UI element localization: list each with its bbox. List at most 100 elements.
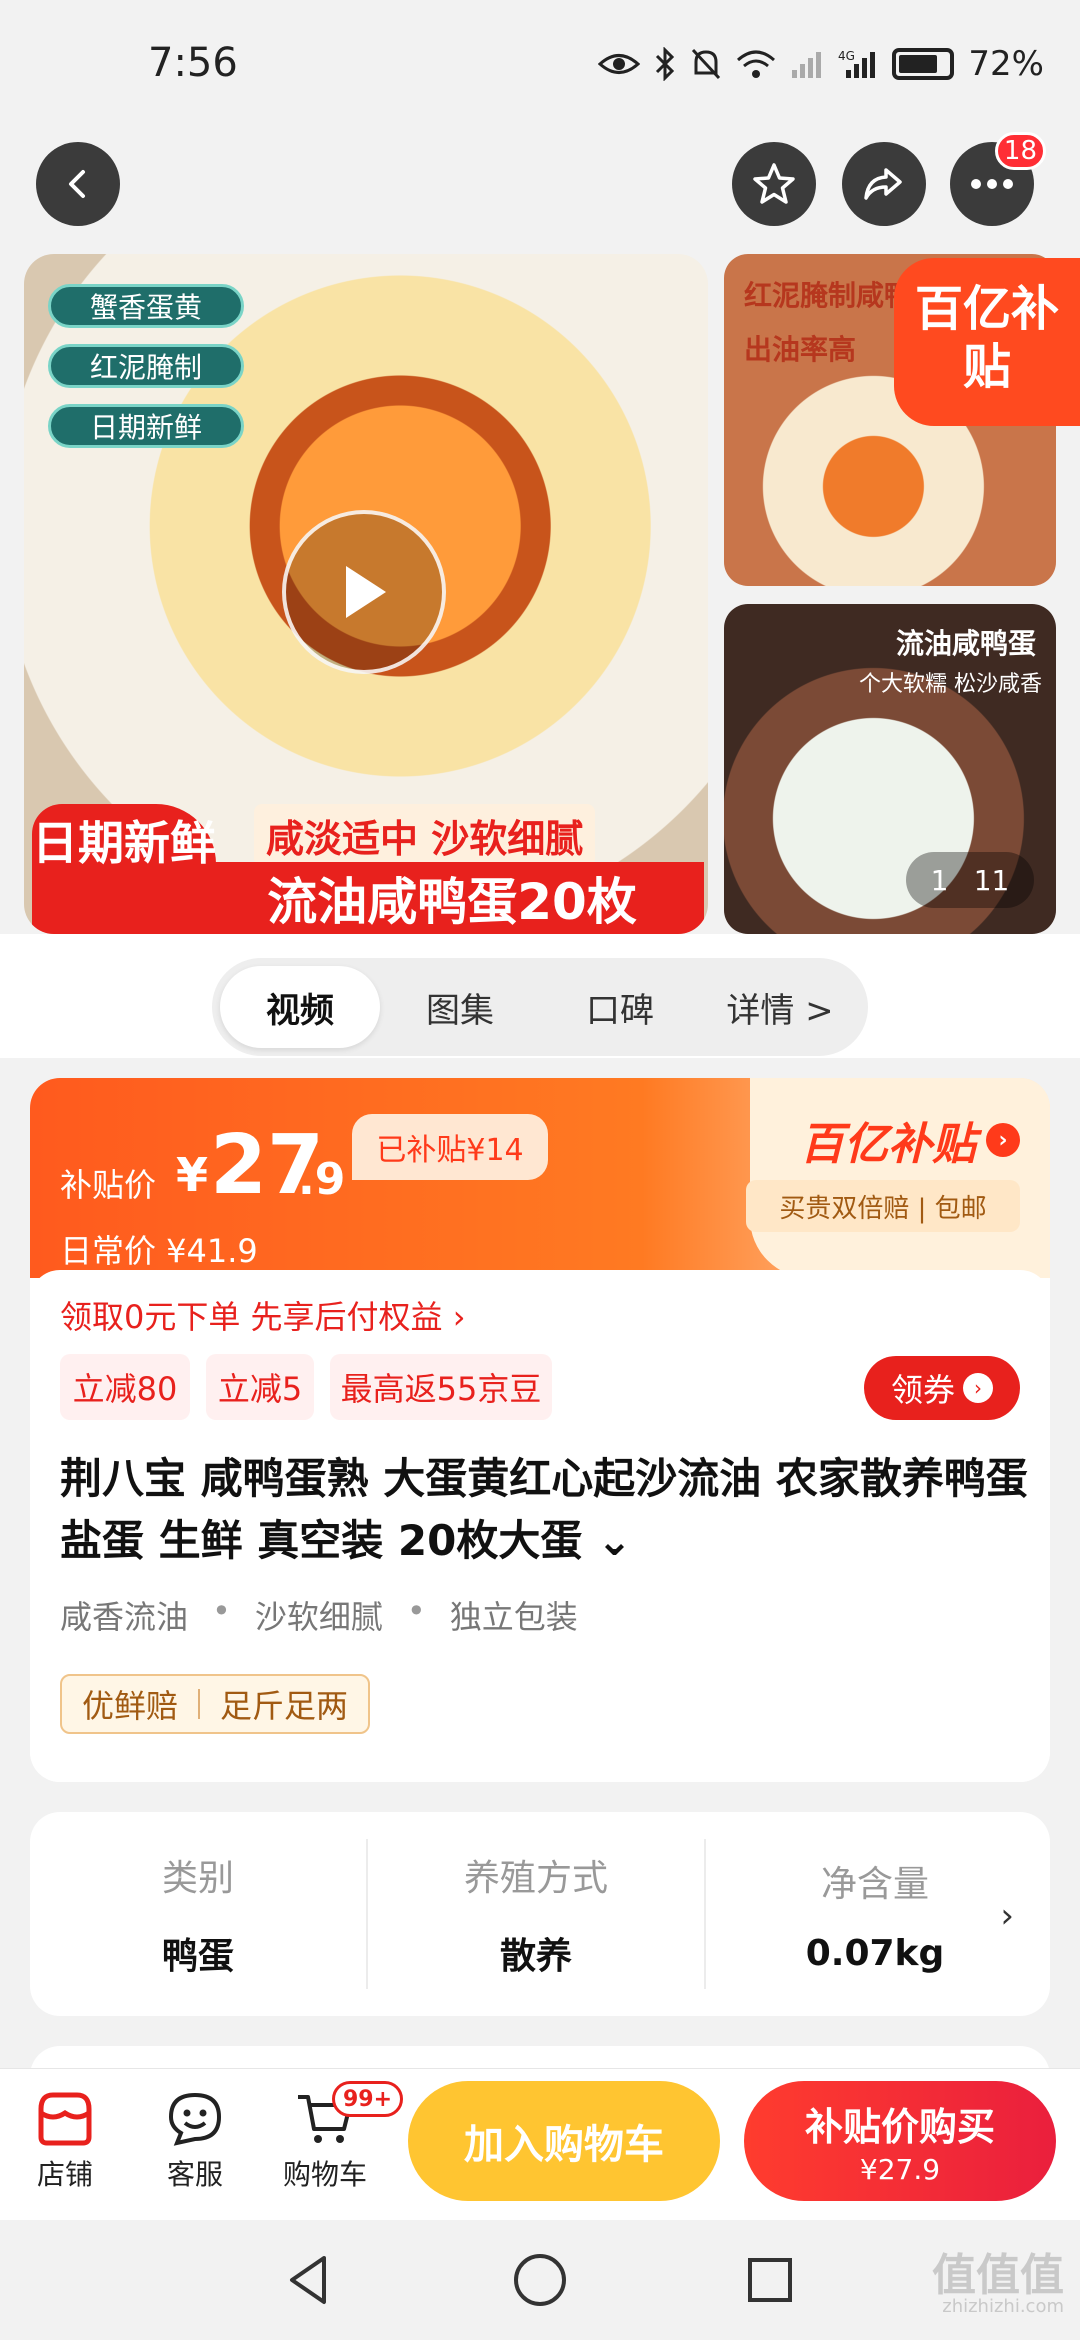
- price-decimal: .9: [298, 1154, 346, 1205]
- feature-item: 独立包装: [449, 1598, 578, 1636]
- spec-value: 散养: [499, 1936, 572, 1977]
- tab-gallery[interactable]: 图集: [380, 966, 540, 1048]
- discount-chip[interactable]: 立减80: [60, 1354, 190, 1420]
- watermark-sub: zhizhizhi.com: [942, 2296, 1064, 2317]
- cart-label: 购物车: [282, 2158, 367, 2191]
- circle-home-icon: [514, 2254, 566, 2306]
- watermark-main: 值值值: [932, 2250, 1064, 2301]
- svg-text:4G: 4G: [838, 49, 855, 63]
- price-currency: ¥: [176, 1148, 209, 1202]
- signal-4g-icon: 4G: [838, 49, 876, 78]
- feature-separator: •: [212, 1592, 231, 1630]
- share-button[interactable]: [842, 142, 926, 226]
- store-label: 店铺: [36, 2158, 93, 2191]
- bottom-action-bar: 店铺 客服 99+ 购物车 加入购物车 补贴价购买 ¥27.9: [0, 2068, 1080, 2220]
- get-coupon-button[interactable]: 领券 ›: [864, 1356, 1020, 1420]
- spec-value: 0.07kg: [805, 1932, 945, 1974]
- promo-section: 领取0元下单 先享后付权益 › 立减80 立减5 最高返55京豆 领券 › 荆八…: [30, 1270, 1050, 1782]
- guarantee-weight: 足斤足两: [220, 1687, 349, 1725]
- counter-current: 1: [930, 863, 949, 897]
- chevron-right-icon: ›: [963, 1373, 993, 1403]
- guarantee-fresh: 优鲜赔: [82, 1687, 179, 1725]
- battery-icon: [892, 48, 955, 80]
- spec-category: 类别 鸭蛋: [30, 1839, 368, 1989]
- thumbnail-caption: 个大软糯 松沙咸香: [859, 672, 1042, 697]
- product-tag: 日期新鲜: [48, 404, 244, 448]
- add-to-cart-button[interactable]: 加入购物车: [408, 2081, 720, 2201]
- bluetooth-icon: [656, 47, 675, 81]
- spec-label: 类别: [161, 1858, 234, 1899]
- system-recents-button[interactable]: [740, 2250, 800, 2310]
- buy-price: ¥27.9: [859, 2153, 941, 2186]
- mute-bell-icon: [692, 48, 721, 80]
- media-tabs: 视频 图集 口碑 详情 >: [212, 958, 868, 1056]
- banner-date-badge: 日期新鲜: [32, 804, 216, 934]
- thumbnail-caption: 出油率高: [744, 333, 857, 366]
- feature-item: 咸香流油: [60, 1598, 189, 1636]
- customer-service-button[interactable]: 客服: [140, 2089, 250, 2193]
- coupon-label: 领券: [890, 1371, 955, 1409]
- system-navigation-bar: [0, 2220, 1080, 2340]
- discount-chip[interactable]: 立减5: [206, 1354, 314, 1420]
- service-label: 客服: [166, 2158, 223, 2191]
- counter-total: 11: [973, 863, 1010, 897]
- buy-label: 补贴价购买: [804, 2105, 995, 2149]
- guarantee-badges[interactable]: 优鲜赔 足斤足两: [60, 1674, 371, 1734]
- chevron-right-icon: ›: [986, 1123, 1020, 1157]
- back-arrow-icon: [69, 170, 85, 198]
- price-card: 补贴价 ¥ 27 .9 已补贴¥14 日常价 ¥41.9 百亿补贴 › 买贵双倍…: [30, 1078, 1050, 1782]
- spec-net-weight: 净含量 0.07kg: [706, 1839, 1044, 1989]
- beans-chip[interactable]: 最高返55京豆: [330, 1354, 552, 1420]
- share-icon: [864, 168, 902, 200]
- status-icons: 4G 72%: [598, 44, 1044, 84]
- cart-button[interactable]: 99+ 购物车: [270, 2081, 404, 2193]
- signal-icon: [792, 52, 822, 78]
- main-product-video[interactable]: 蟹香蛋黄 红泥腌制 日期新鲜 咸淡适中 沙软细腻 流油咸鸭蛋20枚 日期新鲜: [24, 254, 708, 934]
- star-icon: [753, 163, 795, 204]
- tab-details[interactable]: 详情 >: [700, 966, 860, 1048]
- image-counter: 1 11: [906, 852, 1034, 908]
- more-dots-icon: [971, 179, 1013, 189]
- back-button[interactable]: [36, 142, 120, 226]
- system-home-button[interactable]: [510, 2250, 570, 2310]
- site-watermark: 值值值 zhizhizhi.com: [932, 2254, 1064, 2318]
- pay-later-promo-link[interactable]: 领取0元下单 先享后付权益 ›: [60, 1292, 466, 1338]
- square-recents-icon: [748, 2258, 792, 2302]
- product-tag: 红泥腌制: [48, 344, 244, 388]
- system-back-button[interactable]: [280, 2250, 340, 2310]
- spec-farming-method: 养殖方式 散养: [368, 1839, 706, 1989]
- spec-label: 净含量: [820, 1863, 929, 1905]
- product-features: 咸香流油 • 沙软细腻 • 独立包装: [60, 1592, 578, 1638]
- more-button[interactable]: 18: [950, 132, 1046, 226]
- subsidized-amount-tag: 已补贴¥14: [352, 1114, 548, 1180]
- product-title[interactable]: 荆八宝 咸鸭蛋熟 大蛋黄红心起沙流油 农家散养鸭蛋盐蛋 生鲜 真空装 20枚大蛋…: [60, 1448, 1030, 1572]
- cart-count-badge: 99+: [332, 2081, 404, 2117]
- store-button[interactable]: 店铺: [10, 2089, 120, 2193]
- subsidy-guarantee-text: 买贵双倍赔 | 包邮: [746, 1180, 1020, 1232]
- banner-subtitle: 咸淡适中 沙软细腻: [254, 804, 596, 867]
- spec-card[interactable]: 类别 鸭蛋 养殖方式 散养 净含量 0.07kg ›: [30, 1812, 1050, 2016]
- subsidy-badge: 百亿补贴: [894, 258, 1080, 426]
- daily-price: 日常价 ¥41.9: [60, 1232, 258, 1270]
- product-tag: 蟹香蛋黄: [48, 284, 244, 328]
- subsidy-price-label: 补贴价: [60, 1166, 157, 1204]
- spec-value: 鸭蛋: [161, 1936, 234, 1977]
- subsidy-brand-link[interactable]: 百亿补贴 ›: [800, 1108, 1020, 1172]
- price-header: 补贴价 ¥ 27 .9 已补贴¥14 日常价 ¥41.9 百亿补贴 › 买贵双倍…: [30, 1078, 1050, 1278]
- buy-now-button[interactable]: 补贴价购买 ¥27.9: [744, 2081, 1056, 2201]
- chat-smile-icon: [168, 2092, 222, 2146]
- tab-video[interactable]: 视频: [220, 966, 380, 1048]
- status-bar: 7:56 4G 72%: [0, 0, 1080, 130]
- chevron-right-icon: ›: [1000, 1896, 1014, 1936]
- triangle-back-icon: [290, 2256, 326, 2304]
- subsidy-brand-label: 百亿补贴: [800, 1119, 976, 1170]
- status-time: 7:56: [148, 40, 238, 86]
- favorite-button[interactable]: [732, 142, 816, 226]
- spec-label: 养殖方式: [463, 1858, 608, 1899]
- wifi-icon: [737, 50, 776, 78]
- thumbnail-caption: 流油咸鸭蛋: [895, 627, 1036, 660]
- tab-reviews[interactable]: 口碑: [540, 966, 700, 1048]
- feature-separator: •: [406, 1592, 426, 1630]
- play-button[interactable]: [282, 510, 446, 674]
- banner-title: 流油咸鸭蛋20枚: [200, 862, 704, 934]
